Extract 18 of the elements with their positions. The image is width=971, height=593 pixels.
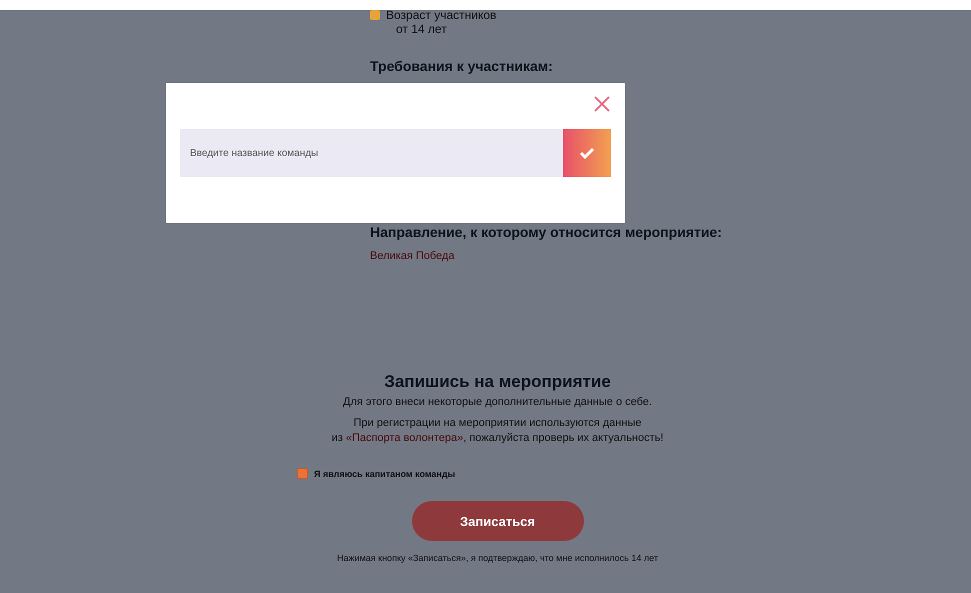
age-value: от 14 лет (396, 22, 448, 36)
check-icon (579, 147, 595, 159)
close-button[interactable] (593, 95, 611, 113)
team-name-field[interactable]: Введите название команды (180, 129, 563, 177)
disclaimer-text: Нажимая кнопку «Записаться», я подтверждаю, что мне исполнилось 14 лет (337, 553, 658, 563)
requirements-heading: Требования к участникам: (370, 58, 554, 74)
signup-subtitle: Для этого внеси некоторые дополнительные данные о себе. (343, 396, 652, 408)
notice-text: При регистрации на мероприятии используются данные из «Паспорта волонтера», пожалуйста проверь их актуальность! (332, 416, 664, 446)
signup-button[interactable]: Записаться (412, 501, 584, 541)
age-icon (370, 10, 380, 20)
captain-checkbox[interactable] (297, 468, 308, 479)
confirm-button[interactable] (563, 129, 611, 177)
direction-value: Великая Победа (370, 250, 456, 262)
signup-title: Запишись на мероприятие (384, 372, 611, 392)
direction-heading: Направление, к которому относится мероприятие: (370, 224, 723, 240)
volunteer-passport-link[interactable]: «Паспорта волонтера» (346, 432, 464, 444)
age-label: Возраст участников (386, 8, 496, 22)
captain-checkbox-label: Я являюсь капитаном команды (314, 468, 456, 478)
